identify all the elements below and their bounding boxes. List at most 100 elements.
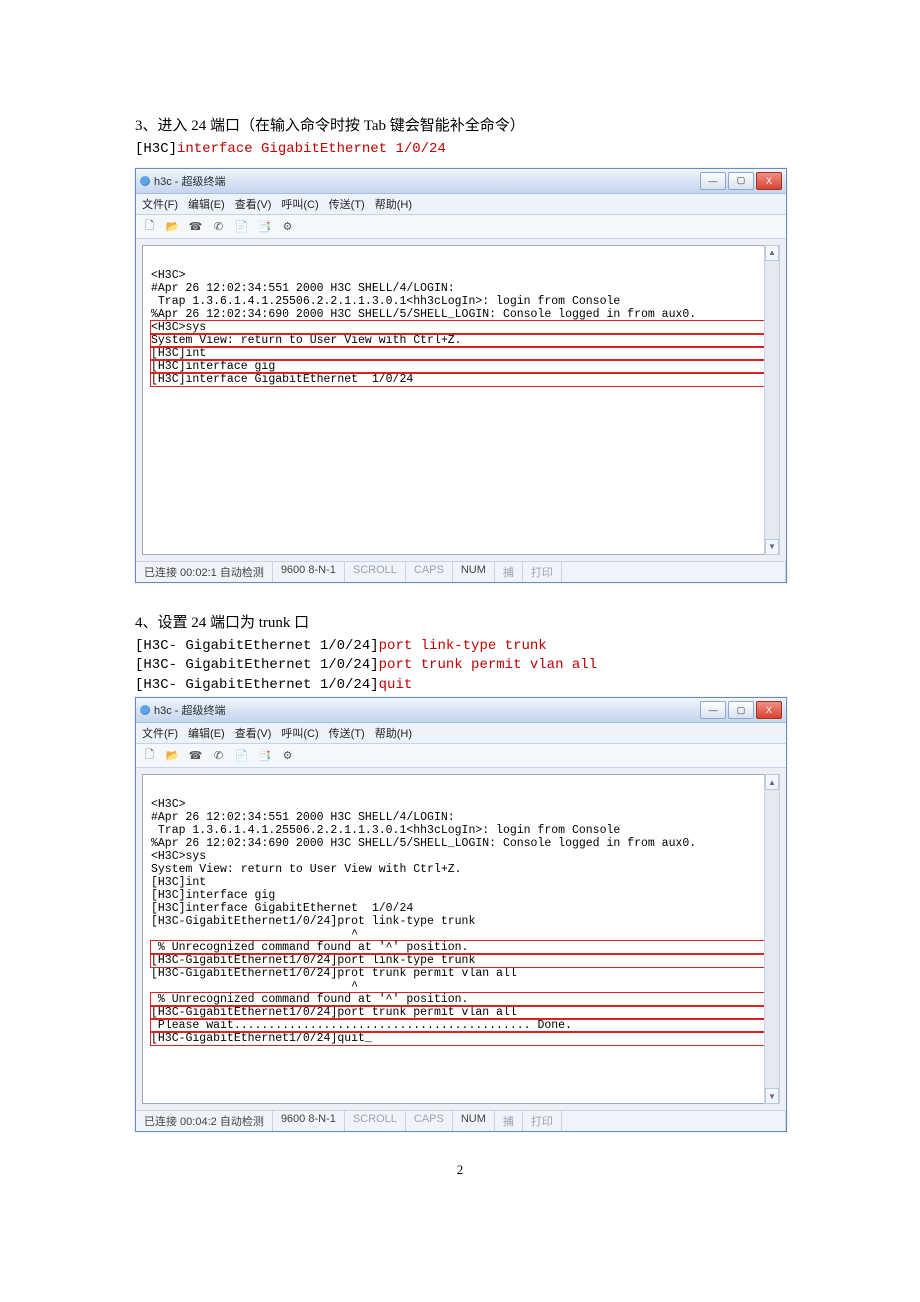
scroll-down-icon[interactable]: ▼ [765, 1088, 779, 1104]
menu-transfer[interactable]: 传送(T) [329, 196, 365, 212]
statusbar: 已连接 00:04:2 自动检测 9600 8-N-1 SCROLL CAPS … [136, 1110, 786, 1131]
status-capture: 捕 [495, 562, 523, 582]
status-capture: 捕 [495, 1111, 523, 1131]
step3-heading: 3、进入 24 端口（在输入命令时按 Tab 键会智能补全命令） [135, 114, 785, 138]
terminal-output-1[interactable]: <H3C>#Apr 26 12:02:34:551 2000 H3C SHELL… [142, 245, 780, 555]
terminal-line: #Apr 26 12:02:34:551 2000 H3C SHELL/4/LO… [151, 811, 771, 824]
send-icon[interactable]: 📄 [233, 218, 250, 235]
toolbar: 🗋 📂 ☎ ✆ 📄 📑 ⚙ [136, 744, 786, 768]
menu-file[interactable]: 文件(F) [142, 725, 178, 741]
open-icon[interactable]: 📂 [164, 218, 181, 235]
step4-command: [H3C- GigabitEthernet 1/0/24]port link-t… [135, 637, 785, 657]
disconnect-icon[interactable]: ✆ [210, 218, 227, 235]
status-num: NUM [453, 562, 495, 582]
status-baud: 9600 8-N-1 [273, 1111, 345, 1131]
terminal-line: [H3C]interface gig [151, 889, 771, 902]
menu-file[interactable]: 文件(F) [142, 196, 178, 212]
terminal-line: % Unrecognized command found at '^' posi… [151, 993, 771, 1006]
terminal-line: System View: return to User View with Ct… [151, 863, 771, 876]
scroll-down-icon[interactable]: ▼ [765, 539, 779, 555]
maximize-button[interactable]: ▢ [728, 701, 754, 719]
window-title: h3c - 超级终端 [154, 702, 700, 718]
terminal-line: ^ [151, 980, 771, 993]
terminal-line: [H3C-GigabitEthernet1/0/24]prot link-typ… [151, 915, 771, 928]
terminal-line: <H3C>sys [151, 850, 771, 863]
status-connection: 已连接 00:04:2 自动检测 [136, 1111, 273, 1131]
scrollbar[interactable]: ▲ ▼ [764, 245, 780, 555]
terminal-line: <H3C> [151, 798, 771, 811]
maximize-button[interactable]: ▢ [728, 172, 754, 190]
menu-view[interactable]: 查看(V) [235, 196, 272, 212]
status-caps: CAPS [406, 1111, 453, 1131]
titlebar[interactable]: h3c - 超级终端 — ▢ X [136, 698, 786, 723]
terminal-line: System View: return to User View with Ct… [151, 334, 771, 347]
close-button[interactable]: X [756, 172, 782, 190]
menubar: 文件(F) 编辑(E) 查看(V) 呼叫(C) 传送(T) 帮助(H) [136, 194, 786, 215]
status-spacer [562, 562, 786, 582]
terminal-line: %Apr 26 12:02:34:690 2000 H3C SHELL/5/SH… [151, 308, 771, 321]
terminal-line: [H3C]interface gig [151, 360, 771, 373]
step4-prompt: [H3C- GigabitEthernet 1/0/24] [135, 677, 379, 693]
menu-help[interactable]: 帮助(H) [375, 196, 412, 212]
menu-view[interactable]: 查看(V) [235, 725, 272, 741]
step4-heading: 4、设置 24 端口为 trunk 口 [135, 611, 785, 635]
menu-call[interactable]: 呼叫(C) [281, 196, 318, 212]
terminal-line: [H3C-GigabitEthernet1/0/24]quit_ [151, 1032, 771, 1045]
receive-icon[interactable]: 📑 [256, 747, 273, 764]
scroll-up-icon[interactable]: ▲ [765, 245, 779, 261]
terminal-line: [H3C]int [151, 347, 771, 360]
connect-icon[interactable]: ☎ [187, 218, 204, 235]
menu-call[interactable]: 呼叫(C) [281, 725, 318, 741]
terminal-line: #Apr 26 12:02:34:551 2000 H3C SHELL/4/LO… [151, 282, 771, 295]
new-icon[interactable]: 🗋 [141, 218, 158, 235]
app-icon [140, 176, 150, 186]
titlebar[interactable]: h3c - 超级终端 — ▢ X [136, 169, 786, 194]
step4-cmd-text: port link-type trunk [379, 638, 547, 654]
step4-prompt: [H3C- GigabitEthernet 1/0/24] [135, 657, 379, 673]
minimize-button[interactable]: — [700, 701, 726, 719]
step4-prompt: [H3C- GigabitEthernet 1/0/24] [135, 638, 379, 654]
disconnect-icon[interactable]: ✆ [210, 747, 227, 764]
open-icon[interactable]: 📂 [164, 747, 181, 764]
statusbar: 已连接 00:02:1 自动检测 9600 8-N-1 SCROLL CAPS … [136, 561, 786, 582]
step3-command: [H3C]interface GigabitEthernet 1/0/24 [135, 140, 785, 160]
status-caps: CAPS [406, 562, 453, 582]
menu-edit[interactable]: 编辑(E) [188, 196, 225, 212]
terminal-line: %Apr 26 12:02:34:690 2000 H3C SHELL/5/SH… [151, 837, 771, 850]
status-spacer [562, 1111, 786, 1131]
status-num: NUM [453, 1111, 495, 1131]
scroll-up-icon[interactable]: ▲ [765, 774, 779, 790]
step3-cmd-text: interface GigabitEthernet 1/0/24 [177, 141, 446, 157]
terminal-line: % Unrecognized command found at '^' posi… [151, 941, 771, 954]
receive-icon[interactable]: 📑 [256, 218, 273, 235]
menu-edit[interactable]: 编辑(E) [188, 725, 225, 741]
scrollbar[interactable]: ▲ ▼ [764, 774, 780, 1104]
app-icon [140, 705, 150, 715]
properties-icon[interactable]: ⚙ [279, 747, 296, 764]
step3-prompt: [H3C] [135, 141, 177, 157]
terminal-line: [H3C]interface GigabitEthernet 1/0/24 [151, 373, 771, 386]
toolbar: 🗋 📂 ☎ ✆ 📄 📑 ⚙ [136, 215, 786, 239]
new-icon[interactable]: 🗋 [141, 747, 158, 764]
menu-help[interactable]: 帮助(H) [375, 725, 412, 741]
menubar: 文件(F) 编辑(E) 查看(V) 呼叫(C) 传送(T) 帮助(H) [136, 723, 786, 744]
minimize-button[interactable]: — [700, 172, 726, 190]
properties-icon[interactable]: ⚙ [279, 218, 296, 235]
connect-icon[interactable]: ☎ [187, 747, 204, 764]
window-title: h3c - 超级终端 [154, 173, 700, 189]
menu-transfer[interactable]: 传送(T) [329, 725, 365, 741]
status-baud: 9600 8-N-1 [273, 562, 345, 582]
close-button[interactable]: X [756, 701, 782, 719]
terminal-output-2[interactable]: <H3C>#Apr 26 12:02:34:551 2000 H3C SHELL… [142, 774, 780, 1104]
status-print: 打印 [523, 562, 562, 582]
hyperterminal-window-1: h3c - 超级终端 — ▢ X 文件(F) 编辑(E) 查看(V) 呼叫(C)… [135, 168, 787, 583]
terminal-line: Trap 1.3.6.1.4.1.25506.2.2.1.1.3.0.1<hh3… [151, 824, 771, 837]
terminal-line: <H3C> [151, 269, 771, 282]
terminal-line: [H3C-GigabitEthernet1/0/24]prot trunk pe… [151, 967, 771, 980]
step4-command: [H3C- GigabitEthernet 1/0/24]port trunk … [135, 656, 785, 676]
step4-cmd-text: port trunk permit vlan all [379, 657, 597, 673]
terminal-line: Please wait.............................… [151, 1019, 771, 1032]
step4-cmd-text: quit [379, 677, 413, 693]
terminal-line: [H3C]interface GigabitEthernet 1/0/24 [151, 902, 771, 915]
send-icon[interactable]: 📄 [233, 747, 250, 764]
